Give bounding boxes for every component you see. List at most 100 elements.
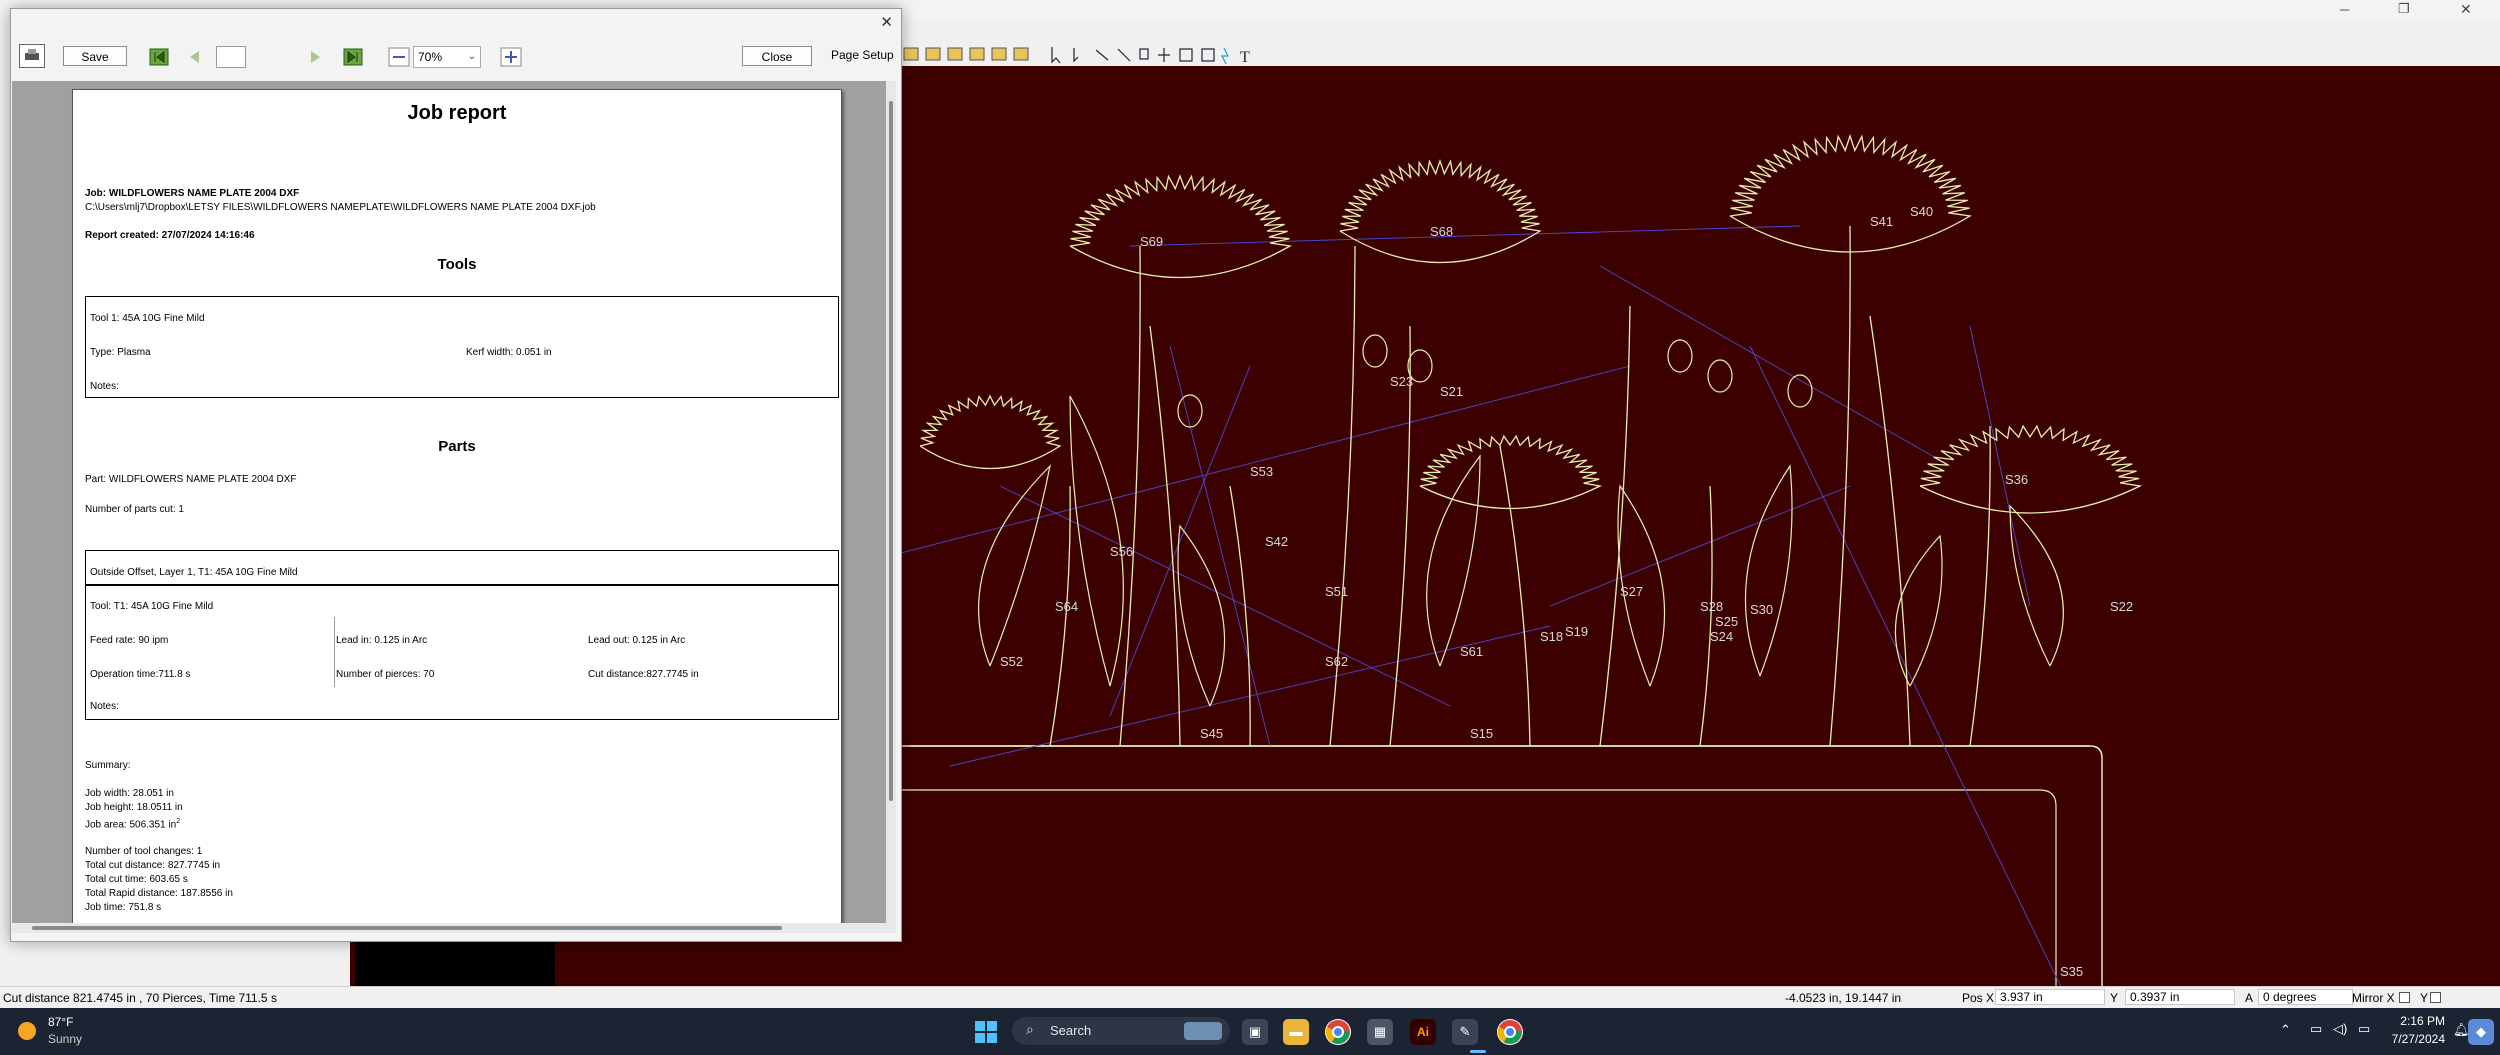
zoom-out-icon[interactable]	[387, 46, 411, 68]
network-icon[interactable]: ▭	[2310, 1021, 2322, 1037]
flower-head-center	[1419, 434, 1603, 510]
calculator-icon[interactable]: ▦	[1367, 1019, 1393, 1045]
battery-icon[interactable]: ▭	[2358, 1021, 2370, 1037]
report-created: Report created: 27/07/2024 14:16:46	[85, 230, 255, 241]
pierce-count: Number of pierces: 70	[336, 669, 435, 680]
frame-icon	[1201, 48, 1215, 62]
leaf-5	[2009, 504, 2064, 667]
part-label-s19: S19	[1565, 624, 1588, 639]
bud-2	[1177, 394, 1203, 428]
cursor-position: -4.0523 in, 19.1447 in	[1785, 991, 1902, 1005]
pos-y-input[interactable]: 0.3937 in	[2125, 989, 2235, 1005]
page-number-input[interactable]	[216, 46, 246, 68]
status-bar: Cut distance 821.4745 in , 70 Pierces, T…	[0, 986, 2500, 1009]
part-label-s22: S22	[2110, 599, 2133, 614]
trim-icon	[1095, 49, 1109, 61]
windows-taskbar: 87°F Sunny ⌕ Search ▣ ▬ ▦ Ai ✎ ⌃ ▭ ◁) ▭ …	[0, 1008, 2500, 1055]
page-setup-button[interactable]: Page Setup	[831, 48, 894, 62]
part-label-s42: S42	[1265, 534, 1288, 549]
save-button[interactable]: Save	[63, 46, 127, 66]
parts-heading: Parts	[438, 438, 476, 455]
vertical-scrollbar[interactable]	[886, 81, 896, 933]
clock-time[interactable]: 2:16 PM	[2385, 1014, 2445, 1028]
rapid-line-5	[1969, 325, 2031, 607]
part-label-s53: S53	[1250, 464, 1273, 479]
rapid-line-0	[1129, 225, 1801, 247]
pos-x-label: Pos X	[1962, 991, 1995, 1005]
lead-in: Lead in: 0.125 in Arc	[336, 635, 428, 646]
zoom-in-icon[interactable]	[499, 46, 523, 68]
toolbar-icons	[903, 47, 1149, 64]
preview-strip	[355, 940, 555, 986]
clock-date[interactable]: 7/27/2024	[2375, 1032, 2445, 1046]
next-page-icon[interactable]	[303, 46, 327, 68]
part-label-s69: S69	[1140, 234, 1163, 249]
zoom-select[interactable]: 70% ⌄	[413, 46, 481, 68]
illustrator-icon[interactable]: Ai	[1410, 1019, 1436, 1045]
angle-label: A	[2245, 991, 2254, 1005]
part-label-s18: S18	[1540, 629, 1563, 644]
start-icon[interactable]	[975, 1021, 997, 1043]
search-icon: ⌕	[1026, 1021, 1034, 1037]
mirror-y-checkbox[interactable]	[2430, 992, 2441, 1003]
pos-x-input[interactable]: 3.937 in	[1995, 989, 2105, 1005]
minimize-icon[interactable]: ─	[2340, 2, 2349, 17]
last-page-icon[interactable]	[341, 46, 365, 68]
lightning-icon	[1221, 47, 1229, 65]
file-explorer-icon[interactable]: ▬	[1283, 1019, 1309, 1045]
tool-notes: Notes:	[90, 381, 119, 392]
sun-icon[interactable]	[18, 1022, 36, 1040]
operation-header-box: Outside Offset, Layer 1, T1: 45A 10G Fin…	[85, 550, 839, 586]
chrome-profile-icon[interactable]	[1497, 1019, 1523, 1045]
zoom-value: 70%	[418, 50, 443, 64]
flower-head-s36	[1919, 424, 2143, 514]
first-page-icon[interactable]	[147, 46, 171, 68]
cam-software-icon[interactable]: ✎	[1452, 1019, 1478, 1045]
angle-input[interactable]: 0 degrees	[2258, 989, 2353, 1005]
task-view-icon[interactable]: ▣	[1242, 1019, 1268, 1045]
dialog-close-icon[interactable]: ✕	[880, 13, 893, 31]
report-title: Job report	[407, 102, 507, 124]
maximize-icon[interactable]: ❐	[2398, 1, 2410, 17]
horizontal-scrollbar[interactable]	[12, 923, 896, 933]
tools-heading: Tools	[437, 256, 477, 273]
stem-2	[1329, 245, 1356, 747]
node-edit-icon	[1073, 48, 1079, 63]
parts-cut: Number of parts cut: 1	[85, 504, 184, 515]
part-label-s56: S56	[1110, 544, 1133, 559]
mirror-x-checkbox[interactable]	[2399, 992, 2410, 1003]
temperature: 87°F	[48, 1015, 74, 1029]
stem-1	[1149, 325, 1181, 747]
kerf-width: Kerf width: 0.051 in	[466, 347, 552, 358]
job-area: Job area: 506.351 in2	[85, 818, 180, 830]
tray-overflow-icon[interactable]: ⌃	[2280, 1022, 2291, 1038]
rapid-line-1	[1749, 345, 2062, 986]
part-label-s41: S41	[1870, 214, 1893, 229]
copilot-icon[interactable]: ◆	[2468, 1019, 2494, 1045]
leaf-6	[1177, 524, 1226, 707]
pan-icon	[1013, 47, 1029, 61]
part-label-s61: S61	[1460, 644, 1483, 659]
close-button[interactable]: Close	[742, 46, 812, 66]
search-box[interactable]: ⌕ Search	[1012, 1017, 1230, 1045]
bud-3	[1667, 339, 1693, 373]
mirror-y-label: Y	[2420, 991, 2429, 1005]
previous-page-icon[interactable]	[183, 46, 207, 68]
print-icon[interactable]	[19, 44, 45, 68]
vertical-scroll-thumb[interactable]	[889, 101, 893, 801]
chrome-icon[interactable]	[1325, 1019, 1351, 1045]
zoom-fit-icon	[903, 47, 919, 61]
part-label-s64: S64	[1055, 599, 1078, 614]
close-icon[interactable]: ✕	[2460, 1, 2472, 18]
zoom-window-icon	[925, 47, 941, 61]
leaf-1	[1069, 395, 1124, 687]
flower-head-s69	[1069, 174, 1292, 279]
total-cut-time: Total cut time: 603.65 s	[85, 874, 188, 885]
horizontal-scroll-thumb[interactable]	[32, 926, 782, 930]
weather-condition: Sunny	[48, 1032, 83, 1046]
volume-icon[interactable]: ◁)	[2333, 1021, 2347, 1037]
measure-icon	[1139, 48, 1149, 60]
cut-summary: Cut distance 821.4745 in , 70 Pierces, T…	[3, 991, 277, 1005]
operation-box: Tool: T1: 45A 10G Fine Mild Feed rate: 9…	[85, 584, 839, 720]
report-preview[interactable]: Job report Job: WILDFLOWERS NAME PLATE 2…	[12, 81, 896, 933]
